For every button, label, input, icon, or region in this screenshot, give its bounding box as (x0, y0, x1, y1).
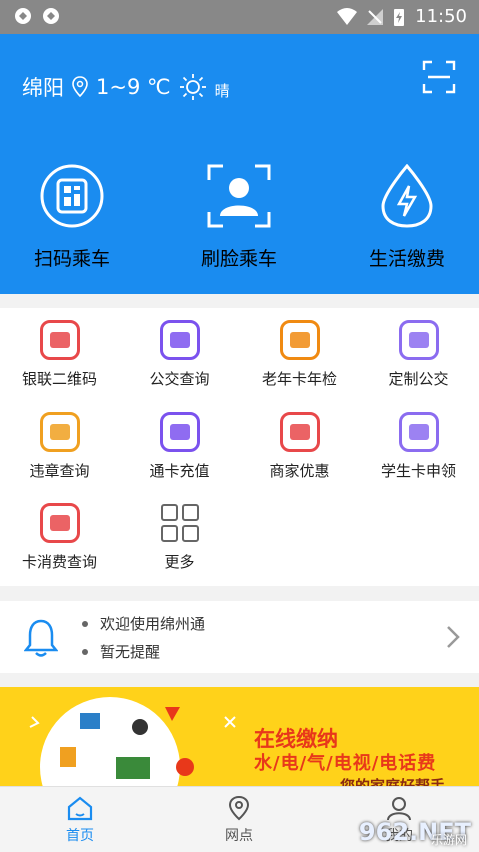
merchant-discount-icon (279, 412, 320, 452)
service-more-grid[interactable]: 更多 (120, 503, 239, 572)
temperature: 1~9 ℃ (96, 75, 171, 99)
pay-bills-button[interactable]: 生活缴费 (342, 163, 472, 271)
bell-icon (24, 619, 58, 657)
service-merchant-discount[interactable]: 商家优惠 (240, 412, 359, 481)
watermark-sub: 乐游网 (430, 833, 467, 847)
home-icon (67, 796, 93, 821)
status-bar: 11:50 (0, 0, 479, 34)
hero-action-label: 刷脸乘车 (200, 248, 277, 270)
utility-bolt-icon (381, 163, 433, 228)
service-label: 公交查询 (149, 370, 210, 388)
traffic-violation-icon (39, 412, 80, 452)
weather-condition: 晴 (214, 81, 230, 100)
tab-outlets[interactable]: 网点 (199, 795, 279, 845)
qr-code-icon (40, 164, 104, 228)
face-ride-button[interactable]: 刷脸乘车 (174, 164, 304, 271)
chevron-right-icon[interactable] (446, 625, 460, 649)
service-label: 学生卡申领 (380, 462, 456, 480)
scan-frame-icon[interactable] (422, 60, 456, 94)
service-traffic-violation[interactable]: 违章查询 (0, 412, 119, 481)
promo-banner[interactable]: 在线缴纳 水/电/气/电视/电话费 您的家庭好帮手 (0, 687, 479, 787)
location-icon (228, 795, 250, 821)
no-signal-icon (367, 8, 384, 25)
service-card-recharge[interactable]: 通卡充值 (120, 412, 239, 481)
service-label: 定制公交 (388, 370, 449, 388)
status-time: 11:50 (415, 6, 467, 27)
notice-item: 暂无提醒 (82, 641, 160, 662)
app-notification-icon (15, 8, 31, 24)
notice-text: 欢迎使用绵州通 (100, 615, 206, 633)
tab-label: 网点 (225, 828, 253, 844)
scan-ride-button[interactable]: 扫码乘车 (7, 164, 137, 271)
location-pin-icon (72, 76, 88, 98)
unionpay-card-icon (39, 320, 80, 360)
bottom-tab-bar: 首页 网点 我的 962.NET 乐游网 (0, 786, 479, 852)
service-bus[interactable]: 公交查询 (120, 320, 239, 389)
banner-subtitle: 水/电/气/电视/电话费 (254, 753, 437, 774)
service-label: 银联二维码 (21, 370, 97, 388)
banner-illustration (29, 697, 236, 787)
battery-charging-icon (394, 8, 405, 26)
service-elder-card-check[interactable]: 老年卡年检 (240, 320, 359, 389)
service-diamond[interactable]: 定制公交 (359, 320, 478, 389)
diamond-icon (398, 320, 439, 360)
hero-action-label: 生活缴费 (368, 248, 445, 270)
service-label: 卡消费查询 (21, 553, 97, 571)
service-label: 老年卡年检 (261, 370, 337, 388)
elder-card-check-icon (279, 320, 320, 360)
notice-item: 欢迎使用绵州通 (82, 613, 205, 634)
hero-action-label: 扫码乘车 (33, 248, 110, 270)
sun-icon (179, 74, 206, 100)
service-card-consumption[interactable]: 卡消费查询 (0, 503, 119, 572)
service-unionpay-card[interactable]: 银联二维码 (0, 320, 119, 389)
tab-label: 首页 (66, 828, 94, 844)
service-label: 通卡充值 (149, 462, 210, 480)
face-scan-icon (207, 164, 271, 228)
card-consumption-icon (39, 503, 80, 543)
card-recharge-icon (159, 412, 200, 452)
city-weather: 绵阳 1~9 ℃ 晴 (22, 72, 230, 102)
wifi-icon (337, 7, 358, 25)
student-card-icon (398, 412, 439, 452)
service-label: 违章查询 (29, 462, 90, 480)
notice-panel[interactable]: 欢迎使用绵州通 暂无提醒 (0, 601, 479, 673)
notice-text: 暂无提醒 (100, 643, 161, 661)
tab-home[interactable]: 首页 (40, 795, 120, 845)
bus-icon (159, 320, 200, 360)
app-notification-icon (43, 8, 59, 24)
service-student-card[interactable]: 学生卡申领 (359, 412, 478, 481)
service-label: 商家优惠 (269, 462, 330, 480)
city-name[interactable]: 绵阳 (22, 72, 64, 102)
more-grid-icon (160, 503, 200, 543)
service-label: 更多 (164, 553, 195, 571)
